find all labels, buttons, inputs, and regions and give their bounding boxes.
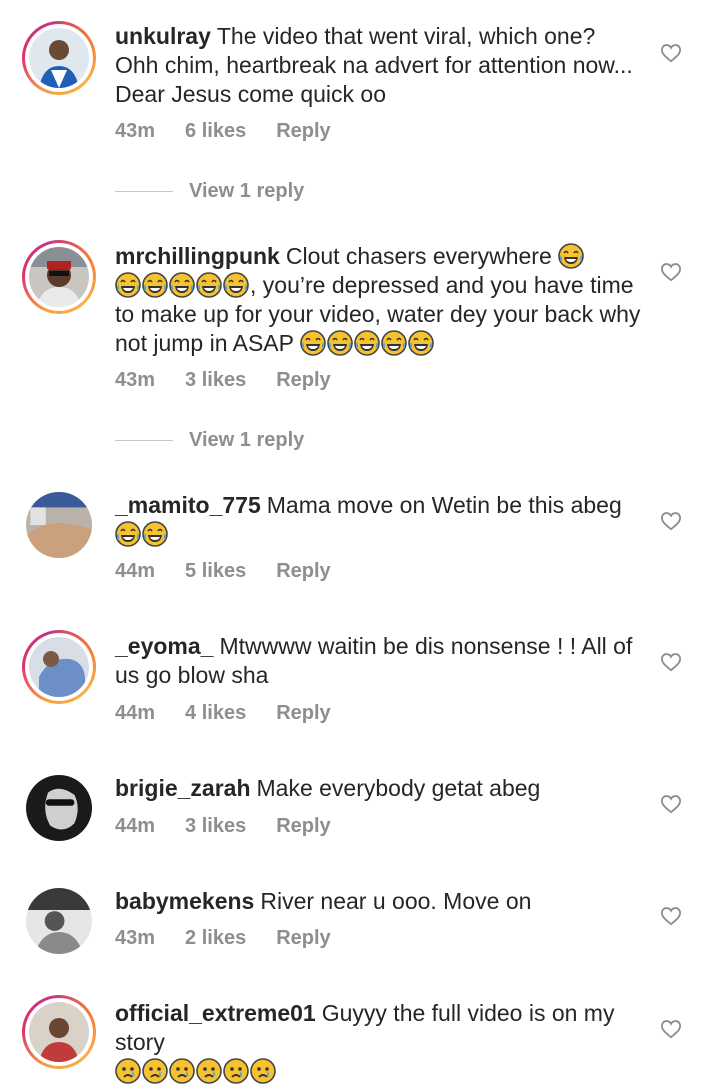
username[interactable]: mrchillingpunk <box>115 243 280 269</box>
laugh-emoji-icon <box>300 330 326 356</box>
like-count[interactable]: 6 likes <box>185 120 246 142</box>
comment-body: River near u ooo. Move on <box>260 888 532 914</box>
heart-icon[interactable] <box>660 262 682 282</box>
laugh-emoji-icon <box>381 330 407 356</box>
view-replies-button[interactable]: View 1 reply <box>115 180 304 203</box>
avatar[interactable] <box>22 771 96 845</box>
comment-meta: 43m 6 likes Reply <box>115 120 331 143</box>
laugh-emoji-icon <box>196 272 222 298</box>
view-replies-label[interactable]: View 1 reply <box>189 180 304 203</box>
reply-button[interactable]: Reply <box>276 369 330 391</box>
username[interactable]: _mamito_775 <box>115 492 261 518</box>
comment-meta: 43m 3 likes Reply <box>115 369 331 392</box>
comment-meta: 44m 3 likes Reply <box>115 815 331 838</box>
laugh-emoji-icon <box>115 521 141 547</box>
comment-body: Clout chasers everywhere <box>285 243 552 269</box>
comment-text: _eyoma_ Mtwwww waitin be dis nonsense ! !… <box>115 632 645 690</box>
timestamp: 44m <box>115 702 156 724</box>
laugh-emoji-icon <box>142 272 168 298</box>
heart-icon[interactable] <box>660 511 682 531</box>
laugh-emoji-icon <box>354 330 380 356</box>
reply-button[interactable]: Reply <box>276 927 330 949</box>
laugh-emoji-icon <box>142 521 168 547</box>
comment-text: _mamito_775 Mama move on Wetin be this ab… <box>115 491 645 549</box>
like-count[interactable]: 3 likes <box>185 369 246 391</box>
avatar[interactable] <box>22 240 96 314</box>
like-count[interactable]: 3 likes <box>185 815 246 837</box>
username[interactable]: _eyoma_ <box>115 633 213 659</box>
heart-icon[interactable] <box>660 794 682 814</box>
reply-button[interactable]: Reply <box>276 702 330 724</box>
view-replies-label[interactable]: View 1 reply <box>189 429 304 452</box>
laugh-emoji-icon <box>408 330 434 356</box>
comment-body: Make everybody getat abeg <box>256 775 541 801</box>
username[interactable]: official_extreme01 <box>115 1000 316 1026</box>
laugh-emoji-icon <box>327 330 353 356</box>
comment-meta: 44m 4 likes Reply <box>115 702 331 725</box>
avatar[interactable] <box>22 630 96 704</box>
avatar[interactable] <box>22 21 96 95</box>
comment-body: Mama move on Wetin be this abeg <box>266 492 622 518</box>
comment-text: unkulray The video that went viral, which… <box>115 22 645 109</box>
like-count[interactable]: 2 likes <box>185 927 246 949</box>
like-count[interactable]: 5 likes <box>185 560 246 582</box>
cry-emoji-icon <box>223 1058 249 1084</box>
comment-text: babymekens River near u ooo. Move on <box>115 887 645 916</box>
divider-line <box>115 440 173 441</box>
cry-emoji-icon <box>115 1058 141 1084</box>
comment-text: official_extreme01 Guyyy the full video i… <box>115 999 645 1086</box>
comment-meta: 43m 2 likes Reply <box>115 927 331 950</box>
avatar[interactable] <box>22 884 96 958</box>
laugh-emoji-icon <box>115 272 141 298</box>
like-count[interactable]: 4 likes <box>185 702 246 724</box>
username[interactable]: unkulray <box>115 23 211 49</box>
timestamp: 44m <box>115 815 156 837</box>
laugh-emoji-icon <box>169 272 195 298</box>
heart-icon[interactable] <box>660 906 682 926</box>
reply-button[interactable]: Reply <box>276 120 330 142</box>
divider-line <box>115 191 173 192</box>
avatar[interactable] <box>22 995 96 1069</box>
timestamp: 44m <box>115 560 156 582</box>
laugh-emoji-icon <box>558 243 584 269</box>
laugh-emoji-icon <box>223 272 249 298</box>
timestamp: 43m <box>115 369 156 391</box>
cry-emoji-icon <box>169 1058 195 1084</box>
avatar[interactable] <box>22 488 96 562</box>
username[interactable]: brigie_zarah <box>115 775 251 801</box>
heart-icon[interactable] <box>660 652 682 672</box>
cry-emoji-icon <box>196 1058 222 1084</box>
username[interactable]: babymekens <box>115 888 254 914</box>
heart-icon[interactable] <box>660 43 682 63</box>
reply-button[interactable]: Reply <box>276 815 330 837</box>
timestamp: 43m <box>115 927 156 949</box>
comment-text: brigie_zarah Make everybody getat abeg <box>115 774 645 803</box>
heart-icon[interactable] <box>660 1019 682 1039</box>
cry-emoji-icon <box>250 1058 276 1084</box>
cry-emoji-icon <box>142 1058 168 1084</box>
view-replies-button[interactable]: View 1 reply <box>115 429 304 452</box>
comment-meta: 44m 5 likes Reply <box>115 560 331 583</box>
timestamp: 43m <box>115 120 156 142</box>
comment-text: mrchillingpunk Clout chasers everywhere ,… <box>115 242 645 358</box>
reply-button[interactable]: Reply <box>276 560 330 582</box>
